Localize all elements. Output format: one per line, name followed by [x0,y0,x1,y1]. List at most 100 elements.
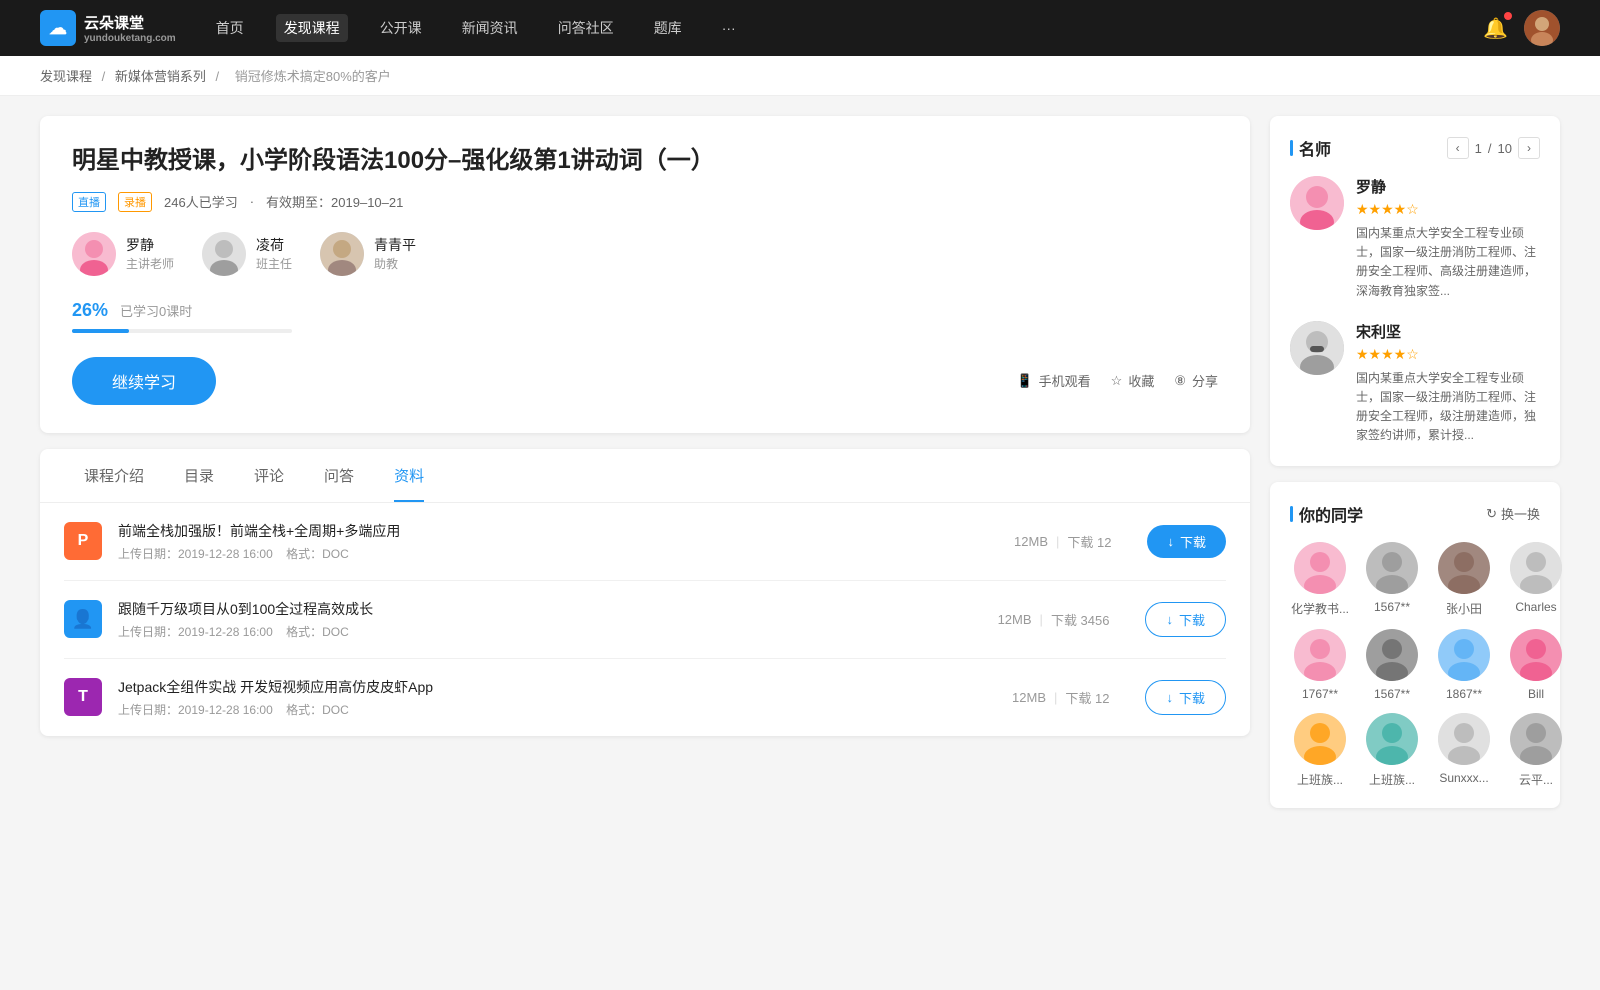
classmate-name: 1867** [1434,687,1494,701]
classmate-item: 张小田 [1434,542,1494,617]
teacher-info-2: 凌荷 班主任 [256,235,292,272]
nav-item-open[interactable]: 公开课 [372,14,430,42]
navbar: ☁ 云朵课堂 yundouketang.com 首页 发现课程 公开课 新闻资讯… [0,0,1600,56]
download-button-0[interactable]: ↓ 下载 [1147,525,1226,558]
nav-item-courses[interactable]: 发现课程 [276,14,348,42]
nav-item-home[interactable]: 首页 [208,14,252,42]
resource-icon-0: P [64,522,102,560]
classmate-avatar[interactable] [1438,713,1490,765]
resource-name-1: 跟随千万级项目从0到100全过程高效成长 [118,599,982,619]
teacher-info-3: 青青平 助教 [374,235,416,272]
nav-item-news[interactable]: 新闻资讯 [454,14,526,42]
resource-name-0: 前端全栈加强版！前端全栈+全周期+多端应用 [118,521,998,541]
teachers-card-header: 名师 ‹ 1 / 10 › [1290,136,1540,160]
teacher-detail-list: 罗静 ★★★★☆ 国内某重点大学安全工程专业硕士，国家一级注册消防工程师、注册安… [1290,176,1540,446]
nav-item-qa[interactable]: 问答社区 [550,14,622,42]
navbar-left: ☁ 云朵课堂 yundouketang.com 首页 发现课程 公开课 新闻资讯… [40,10,744,46]
tab-toc[interactable]: 目录 [164,449,234,502]
learners-count: 246人已学习 [164,192,238,211]
teacher-detail-name-0: 罗静 [1356,176,1540,197]
classmates-grid: 化学教书...1567**张小田Charles1767**1567**1867*… [1290,542,1540,788]
classmate-avatar[interactable] [1294,629,1346,681]
teacher-detail-row-1: 宋利坚 ★★★★☆ 国内某重点大学安全工程专业硕士，国家一级注册消防工程师、注册… [1290,321,1540,446]
classmate-avatar[interactable] [1510,629,1562,681]
continue-button[interactable]: 继续学习 [72,357,216,405]
user-avatar-nav[interactable] [1524,10,1560,46]
action-links: 📱 手机观看 ☆ 收藏 ⑧ 分享 [1016,371,1218,390]
progress-label: 已学习0课时 [120,301,192,320]
classmate-name: 云平... [1506,771,1566,788]
teacher-big-avatar-1 [1290,321,1344,375]
star-icon: ☆ [1111,373,1123,389]
mobile-watch-link[interactable]: 📱 手机观看 [1016,371,1090,390]
teacher-avatar-2 [202,232,246,276]
course-title: 明星中教授课，小学阶段语法100分–强化级第1讲动词（一） [72,144,1218,178]
classmate-avatar[interactable] [1438,629,1490,681]
teachers-panel: 名师 ‹ 1 / 10 › 罗静 ★★★★☆ [1270,116,1560,466]
badge-rec: 录播 [118,192,152,212]
download-button-2[interactable]: ↓ 下载 [1145,680,1226,715]
teacher-role-1: 主讲老师 [126,255,174,272]
download-button-1[interactable]: ↓ 下载 [1145,602,1226,637]
classmate-name: 化学教书... [1290,600,1350,617]
share-label: 分享 [1192,371,1218,390]
refresh-button[interactable]: ↻ 换一换 [1486,504,1540,523]
collect-link[interactable]: ☆ 收藏 [1111,371,1155,390]
badge-live: 直播 [72,192,106,212]
tab-resources[interactable]: 资料 [374,449,444,502]
breadcrumb-link-1[interactable]: 发现课程 [40,69,92,84]
teacher-desc-1: 国内某重点大学安全工程专业硕士，国家一级注册消防工程师、注册安全工程师，级注册建… [1356,369,1540,446]
teacher-detail-row-0: 罗静 ★★★★☆ 国内某重点大学安全工程专业硕士，国家一级注册消防工程师、注册安… [1290,176,1540,301]
teacher-name-3: 青青平 [374,235,416,255]
classmate-avatar[interactable] [1366,629,1418,681]
classmate-avatar[interactable] [1366,542,1418,594]
resource-item: 👤 跟随千万级项目从0到100全过程高效成长 上传日期：2019-12-28 1… [64,581,1226,659]
bell-icon[interactable]: 🔔 [1483,16,1508,41]
resource-meta-0: 上传日期：2019-12-28 16:00 格式：DOC [118,545,998,562]
classmate-name: 1567** [1362,687,1422,701]
tab-intro[interactable]: 课程介绍 [64,449,164,502]
resource-info-1: 跟随千万级项目从0到100全过程高效成长 上传日期：2019-12-28 16:… [118,599,982,640]
nav-right: 🔔 [1483,10,1560,46]
classmate-avatar[interactable] [1510,542,1562,594]
classmate-item: Bill [1506,629,1566,701]
tab-qa[interactable]: 问答 [304,449,374,502]
classmate-name: Charles [1506,600,1566,614]
mobile-watch-label: 手机观看 [1039,371,1091,390]
prev-page-btn[interactable]: ‹ [1447,137,1469,159]
classmate-item: Charles [1506,542,1566,617]
classmate-item: 1867** [1434,629,1494,701]
tab-reviews[interactable]: 评论 [234,449,304,502]
course-actions: 继续学习 📱 手机观看 ☆ 收藏 ⑧ 分享 [72,357,1218,405]
nav-items: 首页 发现课程 公开课 新闻资讯 问答社区 题库 ··· [208,14,744,42]
breadcrumb-link-2[interactable]: 新媒体营销系列 [115,69,206,84]
resource-list: P 前端全栈加强版！前端全栈+全周期+多端应用 上传日期：2019-12-28 … [40,503,1250,736]
classmate-avatar[interactable] [1510,713,1562,765]
classmate-name: 1767** [1290,687,1350,701]
pagination: ‹ 1 / 10 › [1447,137,1540,159]
classmate-avatar[interactable] [1366,713,1418,765]
resource-icon-2: T [64,678,102,716]
next-page-btn[interactable]: › [1518,137,1540,159]
resource-stats-1: 12MB | 下载 3456 [998,610,1110,629]
content-wrapper: 明星中教授课，小学阶段语法100分–强化级第1讲动词（一） 直播 录播 246人… [0,96,1600,828]
resource-meta-2: 上传日期：2019-12-28 16:00 格式：DOC [118,701,996,718]
classmate-avatar[interactable] [1294,542,1346,594]
left-panel: 明星中教授课，小学阶段语法100分–强化级第1讲动词（一） 直播 录播 246人… [40,116,1250,808]
logo[interactable]: ☁ 云朵课堂 yundouketang.com [40,10,176,46]
classmate-name: 上班族... [1290,771,1350,788]
nav-item-problems[interactable]: 题库 [646,14,690,42]
classmate-avatar[interactable] [1438,542,1490,594]
teacher-desc-0: 国内某重点大学安全工程专业硕士，国家一级注册消防工程师、注册安全工程师、高级注册… [1356,224,1540,301]
share-link[interactable]: ⑧ 分享 [1174,371,1218,390]
teacher-3: 青青平 助教 [320,232,416,276]
resource-item: P 前端全栈加强版！前端全栈+全周期+多端应用 上传日期：2019-12-28 … [64,503,1226,581]
nav-item-more[interactable]: ··· [714,16,744,40]
classmate-name: 1567** [1362,600,1422,614]
course-card: 明星中教授课，小学阶段语法100分–强化级第1讲动词（一） 直播 录播 246人… [40,116,1250,433]
teacher-1: 罗静 主讲老师 [72,232,174,276]
classmate-item: Sunxxx... [1434,713,1494,788]
teacher-stars-0: ★★★★☆ [1356,201,1540,218]
classmate-avatar[interactable] [1294,713,1346,765]
classmate-item: 云平... [1506,713,1566,788]
